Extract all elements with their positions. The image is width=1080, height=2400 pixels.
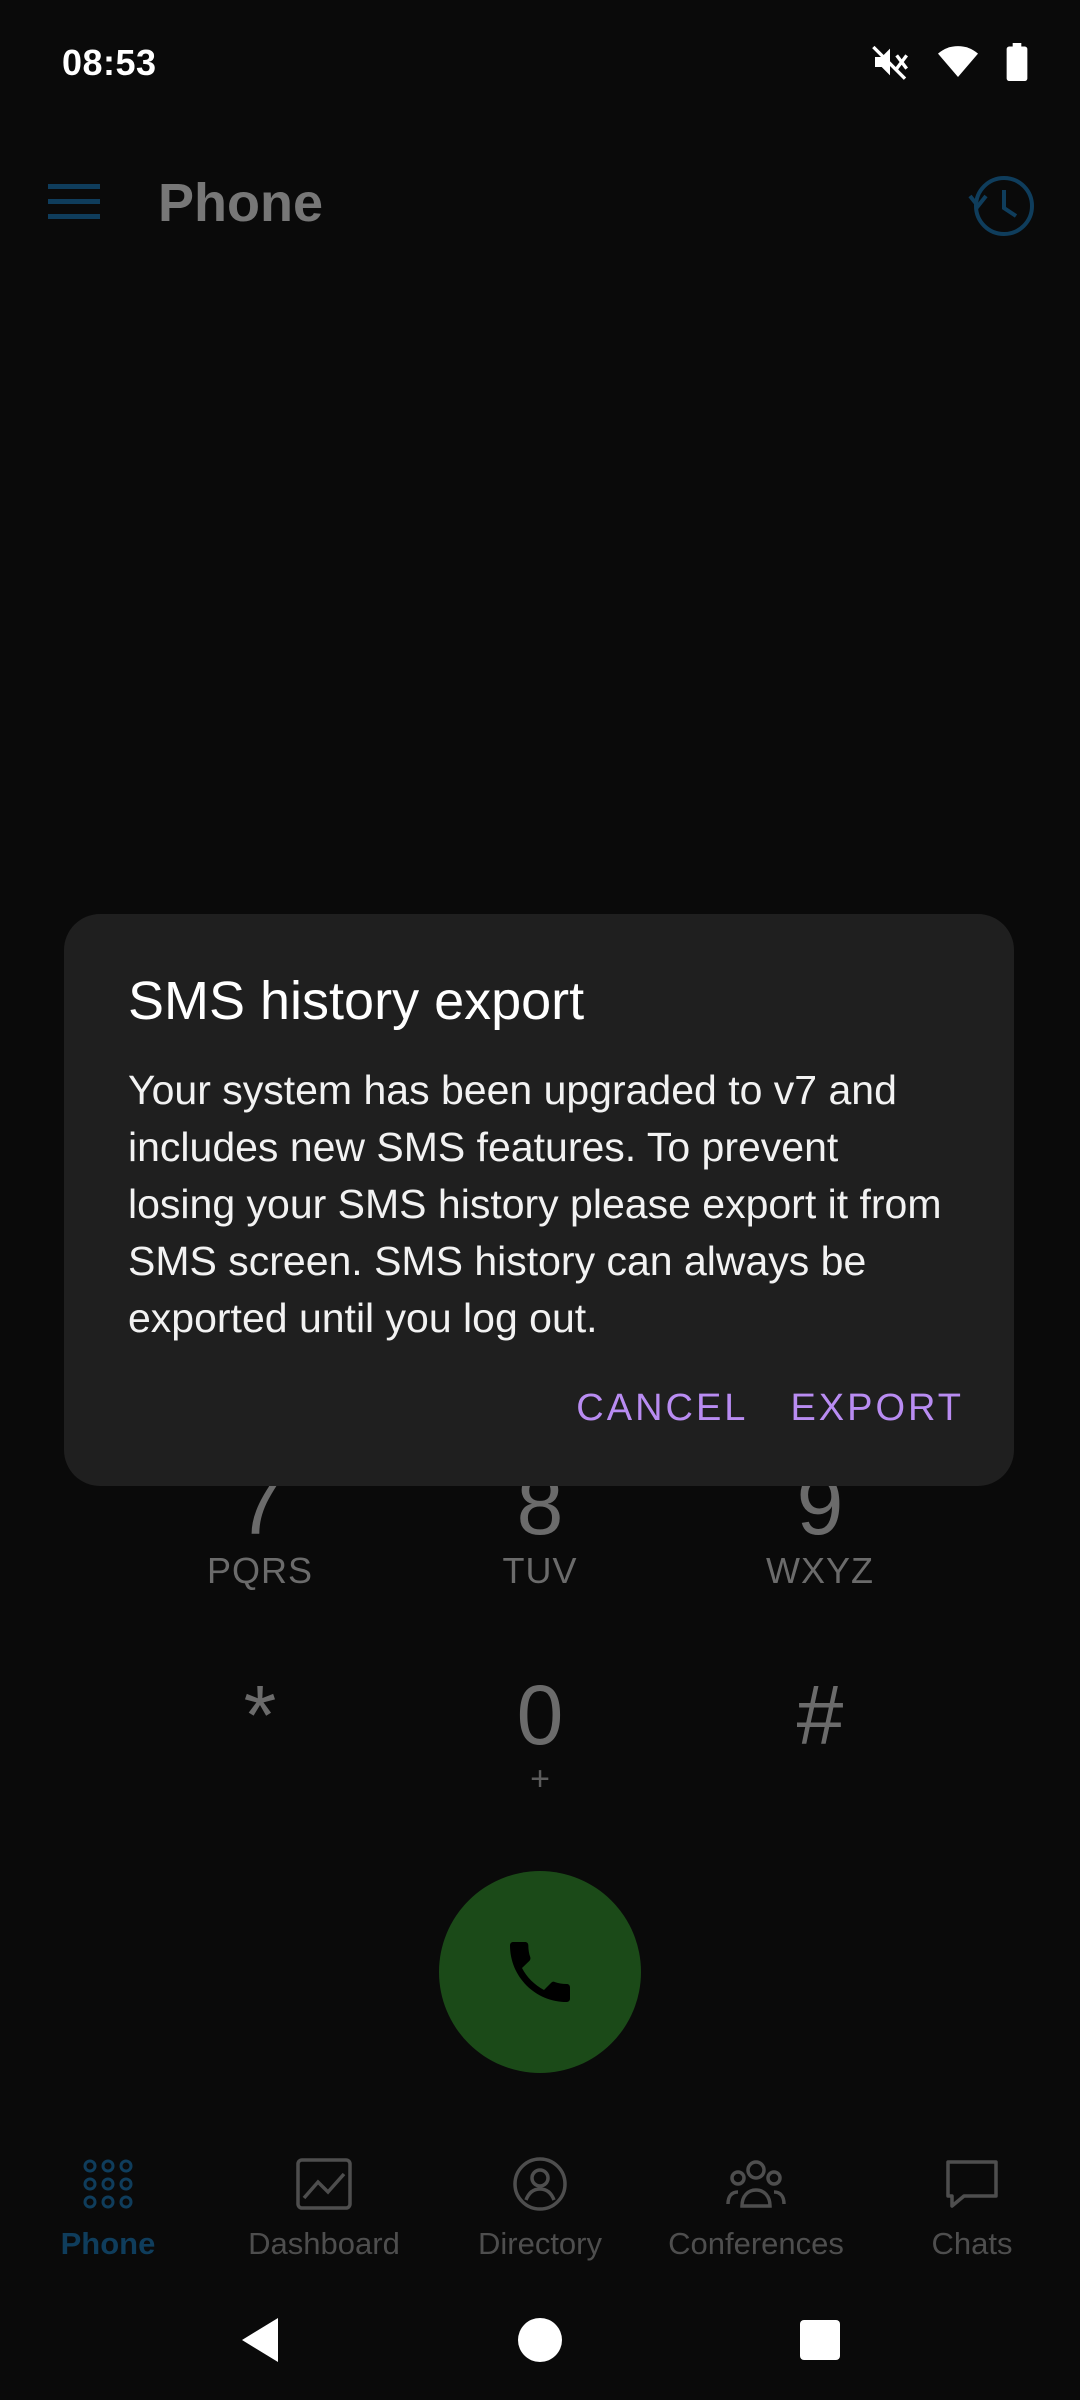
nav-label: Directory — [477, 2226, 602, 2261]
app-bar: Phone — [0, 128, 1080, 278]
wifi-icon — [938, 44, 978, 80]
call-history-button[interactable] — [964, 166, 1040, 242]
home-icon — [518, 2318, 562, 2362]
call-history-icon — [968, 176, 1034, 236]
status-bar: 08:53 — [0, 0, 1080, 128]
nav-item-dashboard[interactable]: Dashboard — [216, 2140, 432, 2280]
back-button[interactable] — [230, 2310, 290, 2370]
dashboard-icon — [294, 2154, 354, 2214]
dialpad-key-hash[interactable]: # — [700, 1670, 940, 1760]
sms-export-dialog: SMS history export Your system has been … — [64, 914, 1014, 1486]
page-title: Phone — [158, 173, 324, 233]
dialpad-icon — [78, 2154, 138, 2214]
phone-call-icon — [510, 1942, 570, 2002]
key-letters: TUV — [502, 1550, 578, 1591]
key-digit: 0 — [516, 1668, 564, 1762]
nav-label: Chats — [931, 2226, 1013, 2261]
key-digit: * — [243, 1668, 277, 1762]
home-button[interactable] — [510, 2310, 570, 2370]
key-letters: + — [530, 1760, 550, 1798]
call-button[interactable] — [439, 1871, 641, 2073]
key-letters: WXYZ — [766, 1550, 874, 1591]
volume-muted-icon — [870, 42, 910, 82]
cancel-button[interactable]: CANCEL — [576, 1381, 748, 1436]
hamburger-menu-icon — [48, 184, 100, 219]
dialog-actions: CANCEL EXPORT — [576, 1381, 964, 1436]
nav-item-conferences[interactable]: Conferences — [648, 2140, 864, 2280]
menu-button[interactable] — [40, 168, 108, 236]
key-letters: PQRS — [206, 1550, 314, 1591]
recents-icon — [800, 2320, 840, 2360]
status-time: 08:53 — [62, 42, 157, 83]
export-button[interactable]: EXPORT — [790, 1381, 964, 1436]
dialog-title: SMS history export — [128, 971, 585, 1031]
status-icons — [870, 40, 1028, 84]
chats-icon — [942, 2154, 1002, 2214]
nav-label: Conferences — [668, 2226, 844, 2261]
directory-icon — [510, 2154, 570, 2214]
nav-label: Phone — [60, 2226, 156, 2261]
key-digit: # — [796, 1668, 844, 1762]
conferences-icon — [726, 2154, 786, 2214]
bottom-navigation: Phone Dashboard Directory Conferences Ch… — [0, 2140, 1080, 2280]
recents-button[interactable] — [790, 2310, 850, 2370]
nav-item-directory[interactable]: Directory — [432, 2140, 648, 2280]
nav-item-chats[interactable]: Chats — [864, 2140, 1080, 2280]
nav-label: Dashboard — [248, 2226, 400, 2261]
dialog-message: Your system has been upgraded to v7 and … — [128, 1067, 942, 1341]
battery-icon — [1006, 43, 1028, 81]
back-icon — [242, 2318, 278, 2362]
dialpad-key-0[interactable]: 0 + — [420, 1670, 660, 1799]
dialpad-key-star[interactable]: * — [140, 1670, 380, 1760]
nav-item-phone[interactable]: Phone — [0, 2140, 216, 2280]
system-navigation-bar — [0, 2280, 1080, 2400]
